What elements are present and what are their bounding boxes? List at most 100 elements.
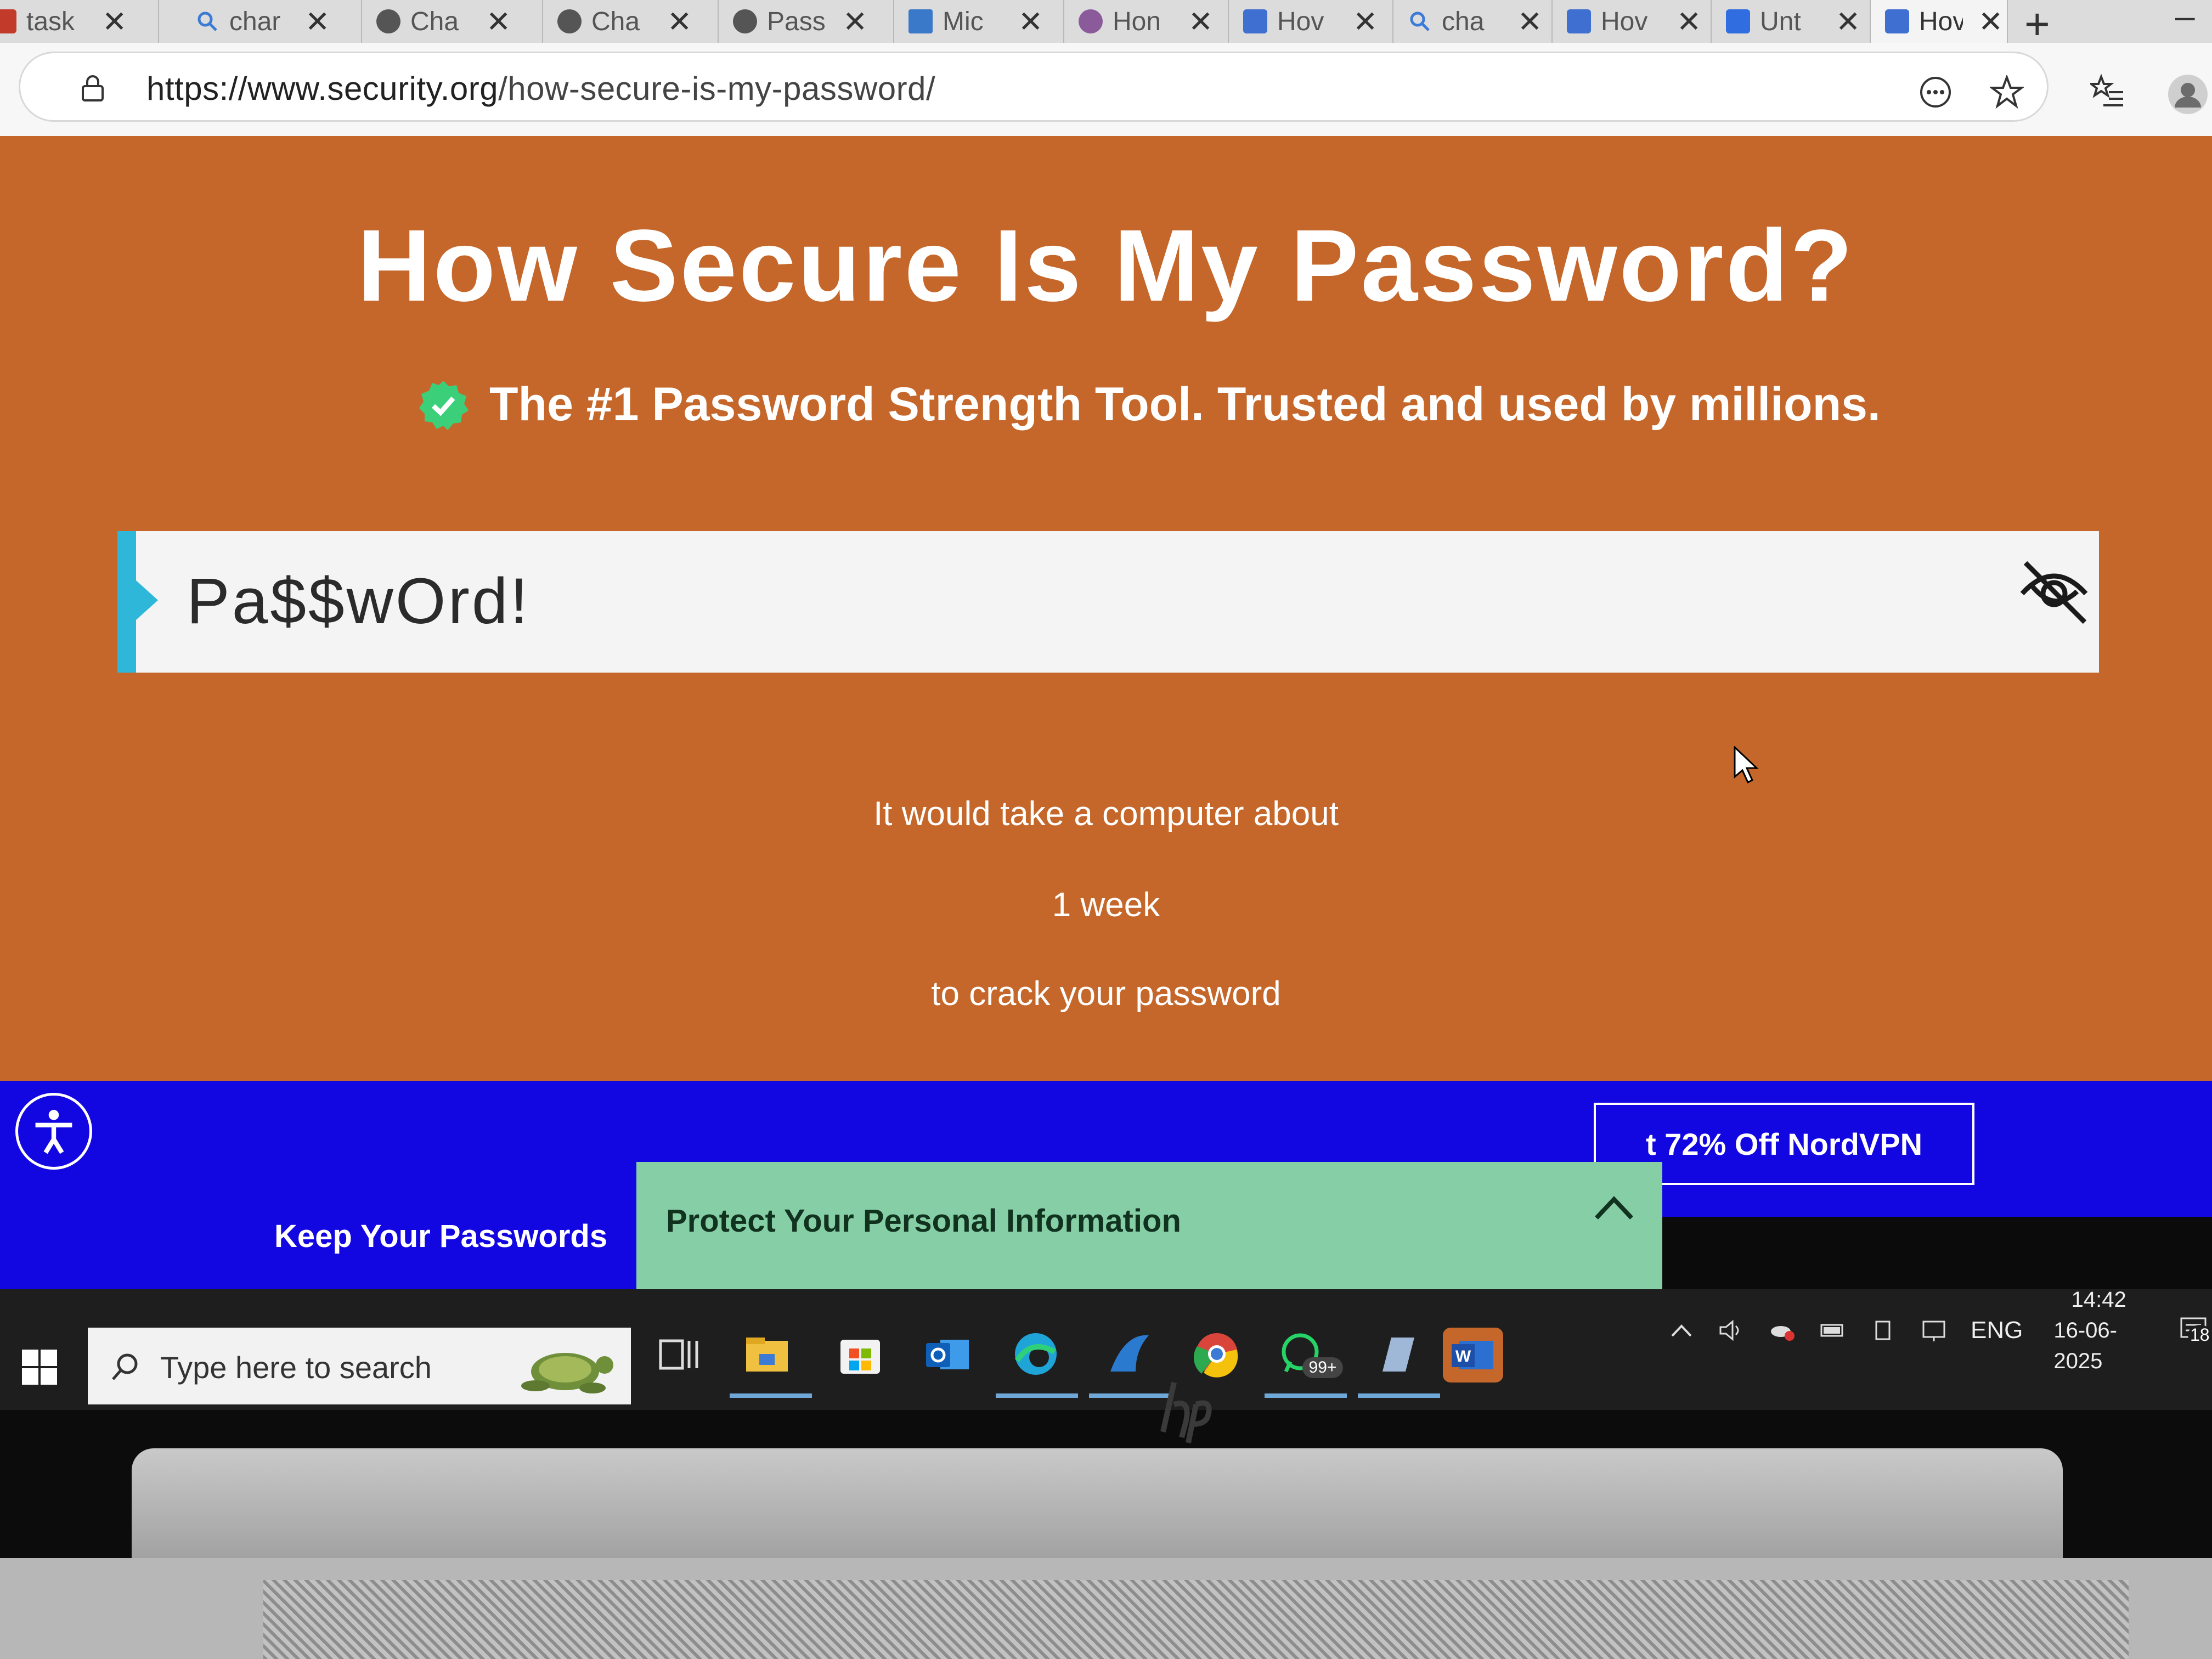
address-bar[interactable]: https://www.security.org/how-secure-is-m… (19, 52, 2049, 122)
notification-center-icon[interactable]: 18 (2177, 1313, 2212, 1348)
whatsapp-icon[interactable]: 99+ (1278, 1328, 1344, 1380)
tab[interactable]: Unt ✕ (1712, 0, 1871, 43)
protect-info-label: Protect Your Personal Information (666, 1203, 1181, 1239)
tab[interactable]: Hon ✕ (1064, 0, 1229, 43)
password-value[interactable]: Pa$$wOrd! (187, 564, 530, 639)
url-text[interactable]: https://www.security.org/how-secure-is-m… (146, 70, 935, 108)
tab-title: Hon (1113, 7, 1161, 36)
svg-text:W: W (1455, 1347, 1471, 1365)
tab-title: Cha (410, 7, 459, 36)
accessibility-icon[interactable] (15, 1093, 92, 1170)
edge-browser-icon[interactable] (1009, 1328, 1062, 1380)
profile-avatar-icon[interactable] (2167, 74, 2209, 115)
minimize-button[interactable]: – (2175, 0, 2195, 36)
security-org-icon (1885, 9, 1909, 33)
tab[interactable]: Cha ✕ (362, 0, 543, 43)
close-icon[interactable]: ✕ (1677, 4, 1701, 39)
windows-taskbar: Type here to search 99+ W ENG 14:42 16-0… (0, 1288, 2212, 1410)
turtle-illustration-icon (521, 1353, 613, 1393)
close-icon[interactable]: ✕ (1353, 4, 1378, 39)
outlook-icon[interactable] (922, 1328, 974, 1380)
word-icon[interactable]: W (1443, 1328, 1503, 1383)
snipping-tool-icon[interactable] (1372, 1328, 1424, 1380)
tab-title: cha (1442, 7, 1485, 36)
site-icon (1079, 9, 1103, 33)
page-content: How Secure Is My Password? The #1 Passwo… (0, 136, 2212, 1217)
bookmark-icon (909, 9, 933, 33)
chatgpt-icon (376, 9, 400, 33)
onedrive-error-icon[interactable] (1769, 1318, 1796, 1342)
volume-icon[interactable] (1718, 1318, 1746, 1342)
display-icon[interactable] (1920, 1318, 1948, 1342)
microsoft-store-icon[interactable] (834, 1328, 887, 1380)
whatsapp-badge: 99+ (1309, 1358, 1337, 1376)
chevron-up-icon[interactable] (1591, 1192, 1637, 1224)
tab[interactable]: Cha ✕ (543, 0, 719, 43)
close-icon[interactable]: ✕ (486, 4, 511, 39)
tab-title: char (229, 7, 281, 36)
subtitle: The #1 Password Strength Tool. Trusted a… (417, 377, 1881, 432)
favorites-list-icon[interactable] (2090, 74, 2124, 108)
battery-icon[interactable] (1819, 1318, 1847, 1342)
tab-title: task (26, 7, 75, 36)
security-org-icon (1243, 9, 1267, 33)
chevron-up-icon[interactable] (1668, 1318, 1695, 1342)
close-icon[interactable]: ✕ (1836, 4, 1860, 39)
input-accent (117, 531, 136, 673)
keep-passwords-label[interactable]: Keep Your Passwords (274, 1218, 607, 1255)
close-icon[interactable]: ✕ (843, 4, 867, 39)
page-title: How Secure Is My Password? (357, 209, 1855, 323)
favorite-star-icon[interactable] (1990, 75, 2024, 109)
docs-icon (1726, 9, 1750, 33)
result-line-3: to crack your password (931, 975, 1281, 1013)
tab-title: Hov (1919, 7, 1963, 36)
active-app-indicator (730, 1393, 812, 1398)
tab[interactable]: task ✕ (0, 0, 159, 43)
tab[interactable]: Mic ✕ (894, 0, 1064, 43)
tab-title: Pass (767, 7, 826, 36)
hide-password-icon[interactable] (2016, 553, 2092, 630)
lock-icon[interactable] (81, 75, 105, 101)
close-icon[interactable]: ✕ (667, 4, 692, 39)
tab[interactable]: cha ✕ (1393, 0, 1553, 43)
active-app-indicator (1358, 1393, 1440, 1398)
tab[interactable]: Hov ✕ (1229, 0, 1393, 43)
protect-info-panel[interactable]: Protect Your Personal Information (636, 1162, 1662, 1289)
taskbar-search-box[interactable]: Type here to search (88, 1328, 631, 1404)
clock[interactable]: 14:42 16-06-2025 (2053, 1284, 2144, 1376)
more-options-icon[interactable] (1918, 75, 1953, 109)
clock-date: 16-06-2025 (2053, 1318, 2117, 1373)
mouse-pointer-icon (1734, 746, 1759, 783)
new-tab-button[interactable]: + (2024, 0, 2050, 43)
close-icon[interactable]: ✕ (1517, 4, 1542, 39)
input-accent-tip (136, 580, 158, 620)
close-icon[interactable]: ✕ (102, 4, 127, 39)
close-icon[interactable]: ✕ (1188, 4, 1213, 39)
subtitle-text: The #1 Password Strength Tool. Trusted a… (489, 378, 1881, 431)
crack-time: 1 week (1052, 886, 1160, 924)
tab[interactable]: Pass ✕ (719, 0, 894, 43)
tab-active[interactable]: Hov ✕ (1871, 0, 2008, 43)
hp-logo-icon (1160, 1381, 1212, 1443)
file-explorer-icon[interactable] (741, 1328, 793, 1380)
tab-title: Hov (1601, 7, 1648, 36)
device-icon[interactable] (1870, 1318, 1897, 1342)
windows-start-icon[interactable] (22, 1350, 57, 1385)
close-icon[interactable]: ✕ (305, 4, 330, 39)
search-placeholder: Type here to search (160, 1350, 432, 1385)
system-tray: ENG 14:42 16-06-2025 18 (1668, 1288, 2212, 1373)
url-path: /how-secure-is-my-password/ (498, 70, 936, 107)
language-indicator[interactable]: ENG (1971, 1317, 2023, 1344)
speaker-grille (263, 1580, 2129, 1659)
tab[interactable]: Hov ✕ (1553, 0, 1712, 43)
close-icon[interactable]: ✕ (1018, 4, 1043, 39)
task-view-icon[interactable] (653, 1328, 706, 1380)
search-tab-icon (195, 9, 219, 33)
active-app-indicator (1265, 1393, 1347, 1398)
close-icon[interactable]: ✕ (1978, 4, 2003, 39)
password-input[interactable]: Pa$$wOrd! (117, 531, 2099, 673)
tab[interactable]: char ✕ (181, 0, 362, 43)
search-icon (112, 1353, 138, 1380)
app-icon (0, 9, 16, 33)
clock-time: 14:42 (2071, 1288, 2126, 1312)
